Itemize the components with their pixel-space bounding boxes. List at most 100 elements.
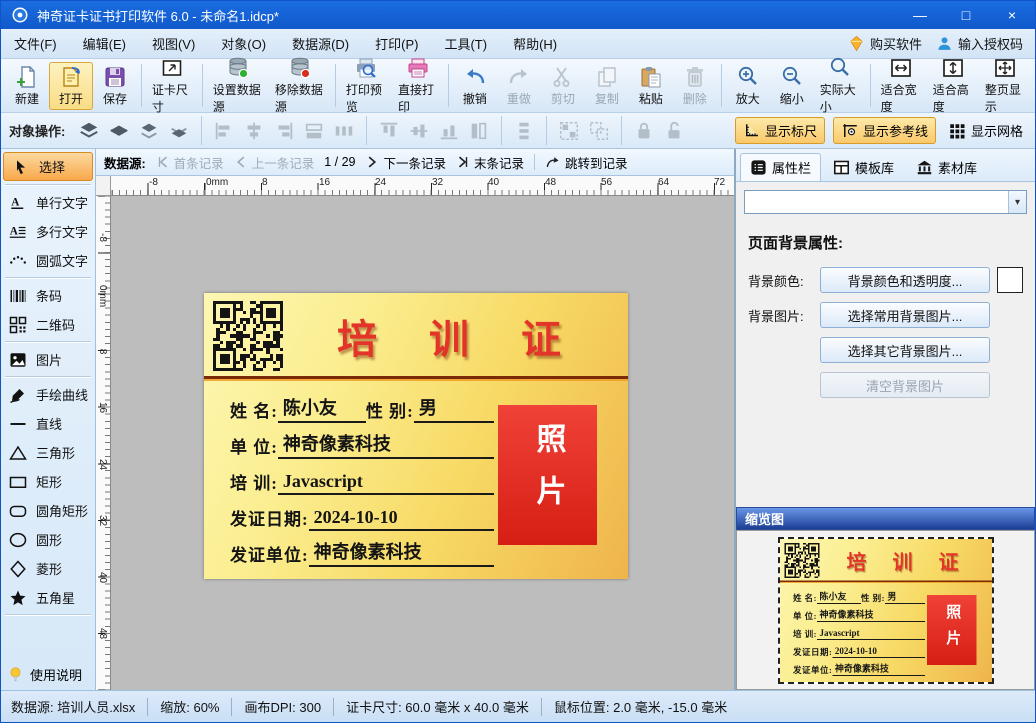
save-button[interactable]: 保存	[93, 62, 137, 110]
tool-arc-text-label: 圆弧文字	[36, 251, 88, 270]
tool-triangle[interactable]: 三角形	[1, 438, 95, 467]
paste-button[interactable]: 粘贴	[629, 62, 673, 110]
cut-button[interactable]: 剪切	[541, 62, 585, 110]
record-counter: 1 / 29	[324, 155, 355, 169]
issuer-value[interactable]: 神奇像素科技	[309, 538, 494, 567]
tool-star[interactable]: 五角星	[1, 583, 95, 612]
ungroup-icon[interactable]	[587, 119, 611, 143]
align-right-icon[interactable]	[272, 119, 296, 143]
unit-value[interactable]: 神奇像素科技	[278, 430, 494, 459]
qr-code[interactable]	[213, 301, 283, 371]
gender-value[interactable]: 男	[414, 394, 494, 423]
unlock-icon[interactable]	[662, 119, 686, 143]
bring-to-front-icon[interactable]	[77, 119, 101, 143]
tool-rectangle[interactable]: 矩形	[1, 467, 95, 496]
tool-select[interactable]: 选择	[3, 152, 93, 181]
align-center-h-icon[interactable]	[242, 119, 266, 143]
copy-button[interactable]: 复制	[585, 62, 629, 110]
send-to-back-icon[interactable]	[107, 119, 131, 143]
menu-file[interactable]: 文件(F)	[1, 29, 70, 58]
move-layer-down-icon[interactable]	[167, 119, 191, 143]
equal-height-icon[interactable]	[467, 119, 491, 143]
fit-page-button[interactable]: 整页显示	[979, 53, 1031, 118]
tool-circle[interactable]: 圆形	[1, 525, 95, 554]
tab-properties[interactable]: 属性栏	[740, 153, 821, 181]
bg-image-common-button[interactable]: 选择常用背景图片...	[820, 302, 990, 328]
direct-print-button[interactable]: 直接打印	[392, 53, 444, 118]
tool-image[interactable]: 图片	[1, 345, 95, 374]
certificate-title[interactable]: 培 训 证	[288, 293, 622, 379]
align-bottom-icon[interactable]	[437, 119, 461, 143]
minimize-button[interactable]: —	[897, 1, 943, 29]
zoom-out-button[interactable]: 缩小	[770, 62, 814, 110]
group-icon[interactable]	[557, 119, 581, 143]
align-left-icon[interactable]	[212, 119, 236, 143]
menu-edit[interactable]: 编辑(E)	[70, 29, 139, 58]
zoom-in-label: 放大	[736, 90, 760, 107]
align-middle-icon[interactable]	[407, 119, 431, 143]
license-button[interactable]: 输入授权码	[936, 34, 1023, 53]
unit-row: 单 位: 神奇像素科技	[230, 429, 494, 459]
tool-arc-text[interactable]: 圆弧文字	[1, 246, 95, 275]
fit-height-button[interactable]: 适合高度	[927, 53, 979, 118]
undo-button[interactable]: 撤销	[453, 62, 497, 110]
chevron-down-icon[interactable]: ▾	[1008, 191, 1026, 213]
print-preview-button[interactable]: 打印预览	[340, 53, 392, 118]
object-selector-combobox[interactable]: ▾	[744, 190, 1027, 214]
tool-freehand-curve[interactable]: 手绘曲线	[1, 380, 95, 409]
help-button[interactable]: 使用说明	[7, 665, 82, 684]
tool-qrcode[interactable]: 二维码	[1, 310, 95, 339]
issue-date-value[interactable]: 2024-10-10	[309, 507, 494, 531]
training-row: 培 训: Javascript	[230, 465, 494, 495]
bg-color-swatch[interactable]	[997, 267, 1023, 293]
actual-size-button[interactable]: 实际大小	[814, 53, 866, 118]
set-datasource-button[interactable]: 设置数据源	[207, 53, 269, 118]
buy-software-button[interactable]: 购买软件	[848, 34, 922, 53]
thumbnail-selection[interactable]: 培 训 证 姓 名:陈小友性 别:男 单 位:神奇像素科技 培 训:Javasc…	[778, 537, 994, 684]
goto-record-button[interactable]: 跳转到记录	[545, 153, 628, 172]
tool-rounded-rectangle[interactable]: 圆角矩形	[1, 496, 95, 525]
bg-image-other-button[interactable]: 选择其它背景图片...	[820, 337, 990, 363]
first-record-button[interactable]: 首条记录	[156, 153, 224, 172]
zoom-in-button[interactable]: 放大	[726, 62, 770, 110]
move-layer-up-icon[interactable]	[137, 119, 161, 143]
show-ruler-toggle[interactable]: 显示标尺	[735, 117, 825, 144]
properties-icon	[750, 159, 767, 176]
tool-multi-line-text[interactable]: A 多行文字	[1, 217, 95, 246]
maximize-button[interactable]: □	[943, 1, 989, 29]
photo-placeholder[interactable]: 照片	[498, 405, 597, 545]
bg-color-button[interactable]: 背景颜色和透明度...	[820, 267, 990, 293]
fit-width-button[interactable]: 适合宽度	[875, 53, 927, 118]
name-value[interactable]: 陈小友	[278, 394, 366, 423]
training-value[interactable]: Javascript	[278, 471, 494, 495]
prev-record-button[interactable]: 上一条记录	[234, 153, 315, 172]
align-top-icon[interactable]	[377, 119, 401, 143]
equal-width-icon[interactable]	[302, 119, 326, 143]
new-button[interactable]: 新建	[5, 62, 49, 110]
last-record-button[interactable]: 末条记录	[456, 153, 524, 172]
undo-icon	[462, 65, 488, 89]
card-size-button[interactable]: 证卡尺寸	[146, 53, 198, 118]
tool-line[interactable]: 直线	[1, 409, 95, 438]
tool-diamond[interactable]: 菱形	[1, 554, 95, 583]
menu-help[interactable]: 帮助(H)	[500, 29, 570, 58]
remove-datasource-button[interactable]: 移除数据源	[269, 53, 331, 118]
show-grid-toggle[interactable]: 显示网格	[944, 118, 1027, 143]
tool-barcode[interactable]: 条码	[1, 281, 95, 310]
delete-button[interactable]: 删除	[673, 62, 717, 110]
show-guides-toggle[interactable]: 显示参考线	[833, 117, 936, 144]
distribute-v-icon[interactable]	[512, 119, 536, 143]
design-canvas[interactable]: 培 训 证 姓 名: 陈小友 性 别: 男 单 位: 神奇像素科技	[111, 196, 734, 690]
redo-button[interactable]: 重做	[497, 62, 541, 110]
tool-single-line-text[interactable]: A 单行文字	[1, 188, 95, 217]
tab-templates[interactable]: 模板库	[823, 153, 904, 181]
distribute-h-icon[interactable]	[332, 119, 356, 143]
next-record-button[interactable]: 下一条记录	[365, 153, 446, 172]
certificate-card[interactable]: 培 训 证 姓 名: 陈小友 性 别: 男 单 位: 神奇像素科技	[204, 293, 628, 579]
tab-materials[interactable]: 素材库	[906, 153, 987, 181]
lock-icon[interactable]	[632, 119, 656, 143]
ruler-corner	[96, 176, 111, 196]
close-button[interactable]: ×	[989, 1, 1035, 29]
open-button[interactable]: 打开	[49, 62, 93, 110]
bg-image-clear-button[interactable]: 清空背景图片	[820, 372, 990, 398]
